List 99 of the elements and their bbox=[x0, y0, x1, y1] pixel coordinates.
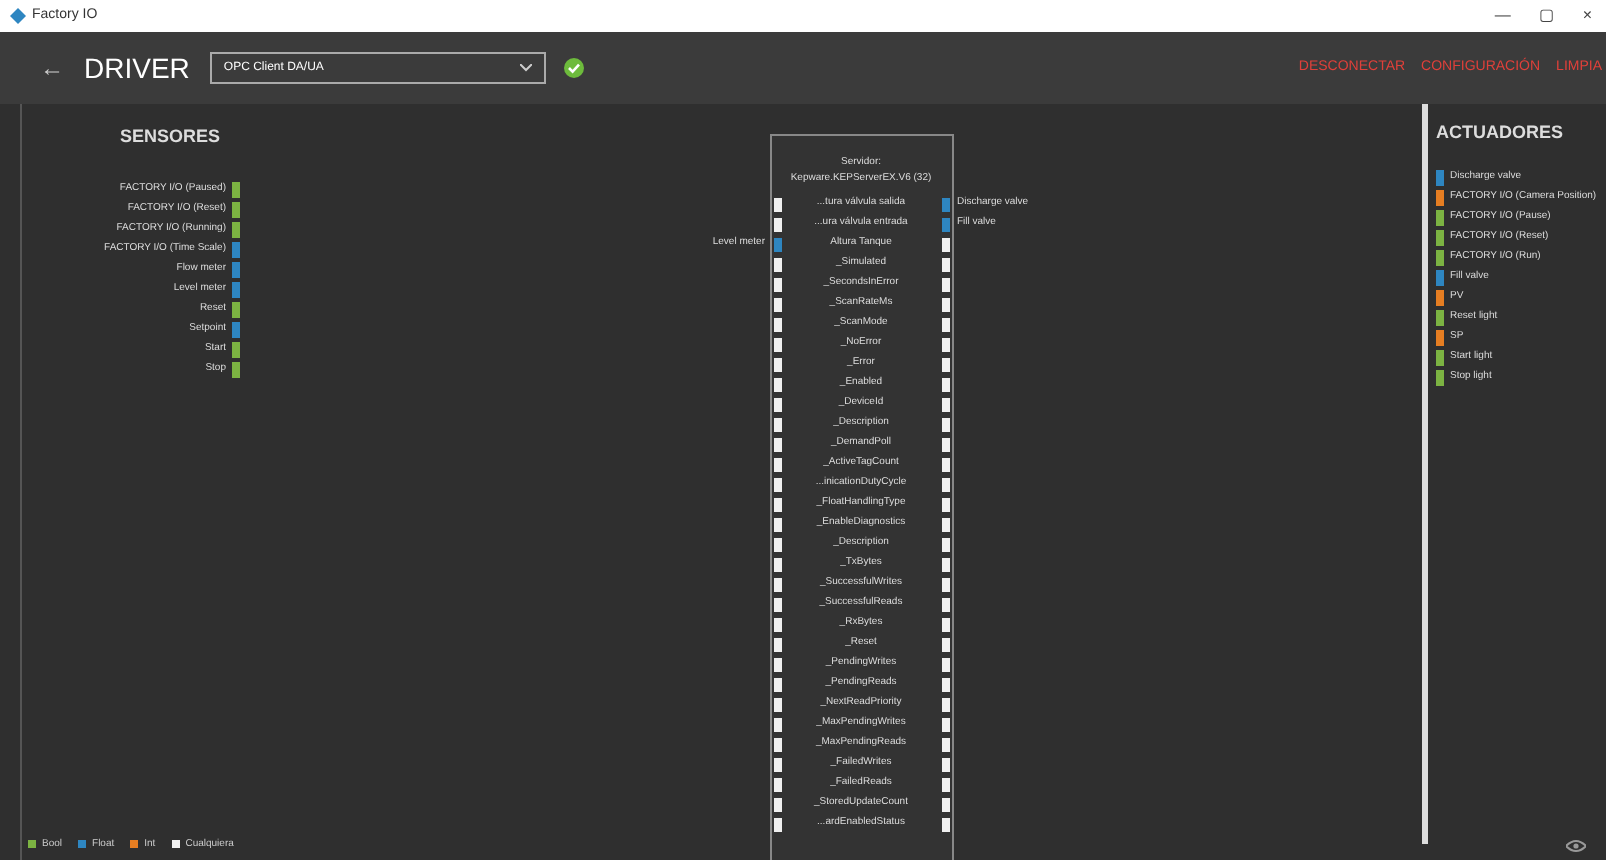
port-marker[interactable] bbox=[773, 477, 781, 491]
port-marker[interactable] bbox=[773, 717, 781, 731]
port-marker[interactable] bbox=[941, 277, 949, 291]
port-marker[interactable] bbox=[232, 201, 240, 217]
port-marker[interactable] bbox=[1436, 309, 1444, 325]
port-marker[interactable] bbox=[1436, 269, 1444, 285]
port-marker[interactable] bbox=[941, 757, 949, 771]
port-marker[interactable] bbox=[941, 537, 949, 551]
port-marker[interactable] bbox=[941, 577, 949, 591]
port-marker[interactable] bbox=[28, 840, 36, 849]
port-marker[interactable] bbox=[773, 357, 781, 371]
port-marker[interactable] bbox=[773, 517, 781, 531]
port-marker[interactable] bbox=[130, 840, 139, 849]
port-marker[interactable] bbox=[232, 281, 240, 297]
port-marker[interactable] bbox=[941, 777, 949, 791]
port-marker[interactable] bbox=[1436, 229, 1444, 245]
port-marker[interactable] bbox=[773, 457, 781, 471]
page-title: DRIVER bbox=[84, 49, 190, 87]
port-marker[interactable] bbox=[232, 181, 240, 197]
port-marker[interactable] bbox=[773, 297, 781, 311]
port-marker[interactable] bbox=[773, 817, 781, 831]
port-marker[interactable] bbox=[941, 317, 949, 331]
port-marker[interactable] bbox=[773, 537, 781, 551]
port-marker[interactable] bbox=[773, 577, 781, 591]
port-marker[interactable] bbox=[941, 637, 949, 651]
port-marker[interactable] bbox=[1436, 349, 1444, 365]
port-marker[interactable] bbox=[773, 417, 781, 431]
port-marker[interactable] bbox=[773, 337, 781, 351]
port-marker[interactable] bbox=[78, 840, 87, 849]
port-marker[interactable] bbox=[232, 261, 240, 277]
actuators-heading: ACTUADORES bbox=[1436, 120, 1566, 146]
port-marker[interactable] bbox=[941, 417, 949, 431]
port-marker[interactable] bbox=[1436, 289, 1444, 305]
port-marker[interactable] bbox=[941, 457, 949, 471]
port-marker[interactable] bbox=[773, 657, 781, 671]
port-marker[interactable] bbox=[941, 197, 949, 211]
back-button[interactable]: ← bbox=[40, 50, 64, 86]
port-marker[interactable] bbox=[773, 377, 781, 391]
port-marker[interactable] bbox=[773, 797, 781, 811]
port-marker[interactable] bbox=[941, 397, 949, 411]
port-marker[interactable] bbox=[941, 677, 949, 691]
port-marker[interactable] bbox=[773, 557, 781, 571]
port-marker[interactable] bbox=[232, 341, 240, 357]
port-marker[interactable] bbox=[1436, 329, 1444, 345]
port-marker[interactable] bbox=[941, 617, 949, 631]
port-marker[interactable] bbox=[941, 717, 949, 731]
sensors-heading: SENSORES bbox=[119, 124, 220, 150]
port-marker[interactable] bbox=[773, 277, 781, 291]
window-control[interactable]: × bbox=[1582, 4, 1592, 28]
port-marker[interactable] bbox=[941, 597, 949, 611]
port-marker[interactable] bbox=[941, 737, 949, 751]
app-logo-icon bbox=[10, 8, 26, 24]
port-marker[interactable] bbox=[941, 337, 949, 351]
port-marker[interactable] bbox=[773, 317, 781, 331]
port-marker[interactable] bbox=[941, 357, 949, 371]
port-marker[interactable] bbox=[941, 297, 949, 311]
port-marker[interactable] bbox=[941, 657, 949, 671]
chevron-down-icon bbox=[519, 64, 532, 72]
port-marker[interactable] bbox=[941, 817, 949, 831]
port-marker[interactable] bbox=[773, 777, 781, 791]
port-marker[interactable] bbox=[232, 301, 240, 317]
port-marker[interactable] bbox=[773, 437, 781, 451]
window-control[interactable]: ▢ bbox=[1538, 4, 1555, 28]
port-marker[interactable] bbox=[773, 757, 781, 771]
port-marker[interactable] bbox=[773, 597, 781, 611]
port-marker[interactable] bbox=[941, 697, 949, 711]
window-control[interactable]: — bbox=[1494, 4, 1511, 28]
port-marker[interactable] bbox=[232, 361, 240, 377]
port-marker[interactable] bbox=[941, 437, 949, 451]
port-marker[interactable] bbox=[171, 840, 180, 849]
port-marker[interactable] bbox=[773, 697, 781, 711]
port-marker[interactable] bbox=[773, 617, 781, 631]
port-marker[interactable] bbox=[1436, 249, 1444, 265]
port-marker[interactable] bbox=[773, 677, 781, 691]
port-marker[interactable] bbox=[1436, 189, 1444, 205]
port-marker[interactable] bbox=[773, 237, 781, 251]
port-marker[interactable] bbox=[941, 377, 949, 391]
port-marker[interactable] bbox=[941, 797, 949, 811]
port-marker[interactable] bbox=[232, 221, 240, 237]
port-marker[interactable] bbox=[941, 517, 949, 531]
port-marker[interactable] bbox=[941, 557, 949, 571]
port-marker[interactable] bbox=[941, 257, 949, 271]
port-marker[interactable] bbox=[232, 241, 240, 257]
port-marker[interactable] bbox=[941, 497, 949, 511]
port-marker[interactable] bbox=[1436, 209, 1444, 225]
port-marker[interactable] bbox=[773, 257, 781, 271]
port-marker[interactable] bbox=[773, 737, 781, 751]
port-marker[interactable] bbox=[232, 321, 240, 337]
port-marker[interactable] bbox=[773, 637, 781, 651]
port-marker[interactable] bbox=[941, 477, 949, 491]
port-marker[interactable] bbox=[773, 217, 781, 231]
port-marker[interactable] bbox=[941, 237, 949, 251]
port-marker[interactable] bbox=[941, 217, 949, 231]
port-marker[interactable] bbox=[773, 497, 781, 511]
eye-icon[interactable] bbox=[1566, 840, 1586, 852]
port-marker[interactable] bbox=[1436, 169, 1444, 185]
port-marker[interactable] bbox=[773, 197, 781, 211]
port-marker[interactable] bbox=[1436, 369, 1444, 385]
port-marker[interactable] bbox=[773, 397, 781, 411]
